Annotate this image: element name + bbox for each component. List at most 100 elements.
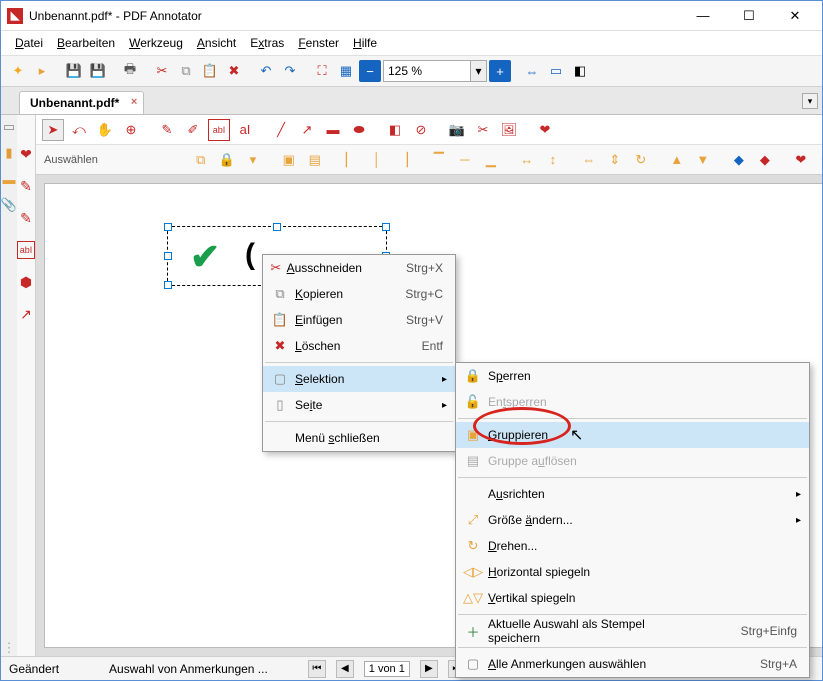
- hand-icon[interactable]: ✋: [94, 119, 116, 141]
- menu-extras[interactable]: Extras: [244, 33, 290, 53]
- menu-hilfe[interactable]: Hilfe: [347, 33, 383, 53]
- sel-unlock-icon[interactable]: ▾: [242, 149, 264, 171]
- text-icon[interactable]: aI: [234, 119, 256, 141]
- undo-icon[interactable]: ↶: [255, 60, 277, 82]
- nav-first-icon[interactable]: ⏮: [308, 660, 326, 678]
- flip-h-icon[interactable]: ▲: [666, 149, 688, 171]
- zoom-tool-icon[interactable]: ⊕: [120, 119, 142, 141]
- pointer-tool-icon[interactable]: ➤: [42, 119, 64, 141]
- print-icon[interactable]: 🖶: [119, 60, 141, 82]
- ctx-page[interactable]: ▯ Seite ▸: [263, 392, 455, 418]
- cut-icon[interactable]: ✂: [151, 60, 173, 82]
- heart-icon[interactable]: ❤: [534, 119, 556, 141]
- sel-ungroup-icon[interactable]: ▤: [304, 149, 326, 171]
- sub-flipv[interactable]: △▽ Vertikal spiegeln: [456, 585, 809, 611]
- sub-align[interactable]: Ausrichten ▸: [456, 481, 809, 507]
- ctx-copy[interactable]: ⧉ Kopieren Strg+C: [263, 281, 455, 307]
- ctx-paste[interactable]: 📋 Einfügen Strg+V: [263, 307, 455, 333]
- ctx-selection[interactable]: ▢ Selektion ▸: [263, 366, 455, 392]
- sub-rotate[interactable]: ↻ Drehen...: [456, 533, 809, 559]
- lasso-icon[interactable]: ⤺: [68, 119, 90, 141]
- layout-icon[interactable]: ▦: [335, 60, 357, 82]
- save-as-icon[interactable]: 💾: [87, 60, 109, 82]
- sub-resize[interactable]: ⤢ Größe ändern... ▸: [456, 507, 809, 533]
- align-right-icon[interactable]: ▕: [392, 149, 414, 171]
- ctx-cut[interactable]: ✂ Ausschneiden Strg+X: [263, 255, 455, 281]
- text-box-icon[interactable]: abI: [17, 241, 35, 259]
- rect-icon[interactable]: ▬: [322, 119, 344, 141]
- redo-icon[interactable]: ↷: [279, 60, 301, 82]
- menu-fenster[interactable]: Fenster: [292, 33, 345, 53]
- camera-icon[interactable]: 📷: [446, 119, 468, 141]
- eraser2-icon[interactable]: ⊘: [410, 119, 432, 141]
- maximize-button[interactable]: ☐: [726, 1, 772, 31]
- open-icon[interactable]: ▸: [31, 60, 53, 82]
- eraser-icon[interactable]: ◧: [384, 119, 406, 141]
- sub-select-all[interactable]: ▢ Alle Anmerkungen auswählen Strg+A: [456, 651, 809, 677]
- favorite-icon[interactable]: ❤: [17, 145, 35, 163]
- size-w-icon[interactable]: ⇔: [578, 149, 600, 171]
- zoom-combo[interactable]: ▾: [383, 60, 487, 82]
- minimize-button[interactable]: —: [680, 1, 726, 31]
- sub-fliph[interactable]: ◁▷ Horizontal spiegeln: [456, 559, 809, 585]
- zoom-input[interactable]: [384, 64, 470, 78]
- notes-icon[interactable]: ▬: [1, 171, 17, 187]
- crop-icon[interactable]: ✂: [472, 119, 494, 141]
- textbox-icon[interactable]: abI: [208, 119, 230, 141]
- copy-icon[interactable]: ⧉: [175, 60, 197, 82]
- bookmarks-icon[interactable]: ▮: [1, 145, 17, 161]
- line-icon[interactable]: ╱: [270, 119, 292, 141]
- zoom-in-icon[interactable]: +: [489, 60, 511, 82]
- align-left-icon[interactable]: ▏: [340, 149, 362, 171]
- arrow-tool-icon[interactable]: ↗: [17, 305, 35, 323]
- page-input[interactable]: [364, 661, 410, 677]
- sub-group[interactable]: ▣ Gruppieren: [456, 422, 809, 448]
- image-icon[interactable]: 🖼: [498, 119, 520, 141]
- nav-prev-icon[interactable]: ◀: [336, 660, 354, 678]
- delete-icon[interactable]: ✖: [223, 60, 245, 82]
- sel-fav-icon[interactable]: ❤: [790, 149, 812, 171]
- ctx-close-menu[interactable]: Menü schließen: [263, 425, 455, 451]
- paste-icon[interactable]: 📋: [199, 60, 221, 82]
- nav-next-icon[interactable]: ▶: [420, 660, 438, 678]
- size-h-icon[interactable]: ⇕: [604, 149, 626, 171]
- tab-overflow-icon[interactable]: ▾: [802, 93, 818, 109]
- sub-lock[interactable]: 🔒 Sperren: [456, 363, 809, 389]
- fit-width-icon[interactable]: ⇔: [521, 60, 543, 82]
- menu-ansicht[interactable]: Ansicht: [191, 33, 242, 53]
- zoom-out-icon[interactable]: −: [359, 60, 381, 82]
- save-icon[interactable]: 💾: [63, 60, 85, 82]
- sub-save-stamp[interactable]: ＋ Aktuelle Auswahl als Stempel speichern…: [456, 618, 809, 644]
- menu-bearbeiten[interactable]: Bearbeiten: [51, 33, 121, 53]
- flip-v-icon[interactable]: ▼: [692, 149, 714, 171]
- align-bot-icon[interactable]: ▁: [480, 149, 502, 171]
- menu-werkzeug[interactable]: Werkzeug: [123, 33, 189, 53]
- close-button[interactable]: ✕: [772, 1, 818, 31]
- pen2-icon[interactable]: ✐: [182, 119, 204, 141]
- dist-h-icon[interactable]: ↔: [516, 149, 538, 171]
- align-mid-icon[interactable]: ─: [454, 149, 476, 171]
- rotate-icon[interactable]: ↻: [630, 149, 652, 171]
- align-center-icon[interactable]: │: [366, 149, 388, 171]
- pen-red-icon[interactable]: ✎: [17, 177, 35, 195]
- sel-lock-icon[interactable]: 🔒: [216, 149, 238, 171]
- sel-more-icon[interactable]: ⋯: [816, 149, 822, 171]
- fit-page-icon[interactable]: ▭: [545, 60, 567, 82]
- attach-icon[interactable]: 📎: [1, 197, 17, 213]
- zoom-dropdown-icon[interactable]: ▾: [470, 61, 486, 81]
- page-thumb-icon[interactable]: ▭: [1, 119, 17, 135]
- sel-tag1-icon[interactable]: ◆: [728, 149, 750, 171]
- tab-close-icon[interactable]: ×: [131, 96, 137, 108]
- ctx-delete[interactable]: ✖ Löschen Entf: [263, 333, 455, 359]
- stamp-tool-icon[interactable]: ⬢: [17, 273, 35, 291]
- dist-v-icon[interactable]: ↕: [542, 149, 564, 171]
- sel-tag2-icon[interactable]: ◆: [754, 149, 776, 171]
- fullscreen-icon[interactable]: ⛶: [311, 60, 333, 82]
- pen-icon[interactable]: ✎: [17, 209, 35, 227]
- menu-datei[interactable]: Datei: [9, 33, 49, 53]
- document-tab[interactable]: Unbenannt.pdf* ×: [19, 91, 144, 114]
- sel-group-icon[interactable]: ▣: [278, 149, 300, 171]
- arrow-icon[interactable]: ↗: [296, 119, 318, 141]
- new-icon[interactable]: ✦: [7, 60, 29, 82]
- dual-page-icon[interactable]: ◧: [569, 60, 591, 82]
